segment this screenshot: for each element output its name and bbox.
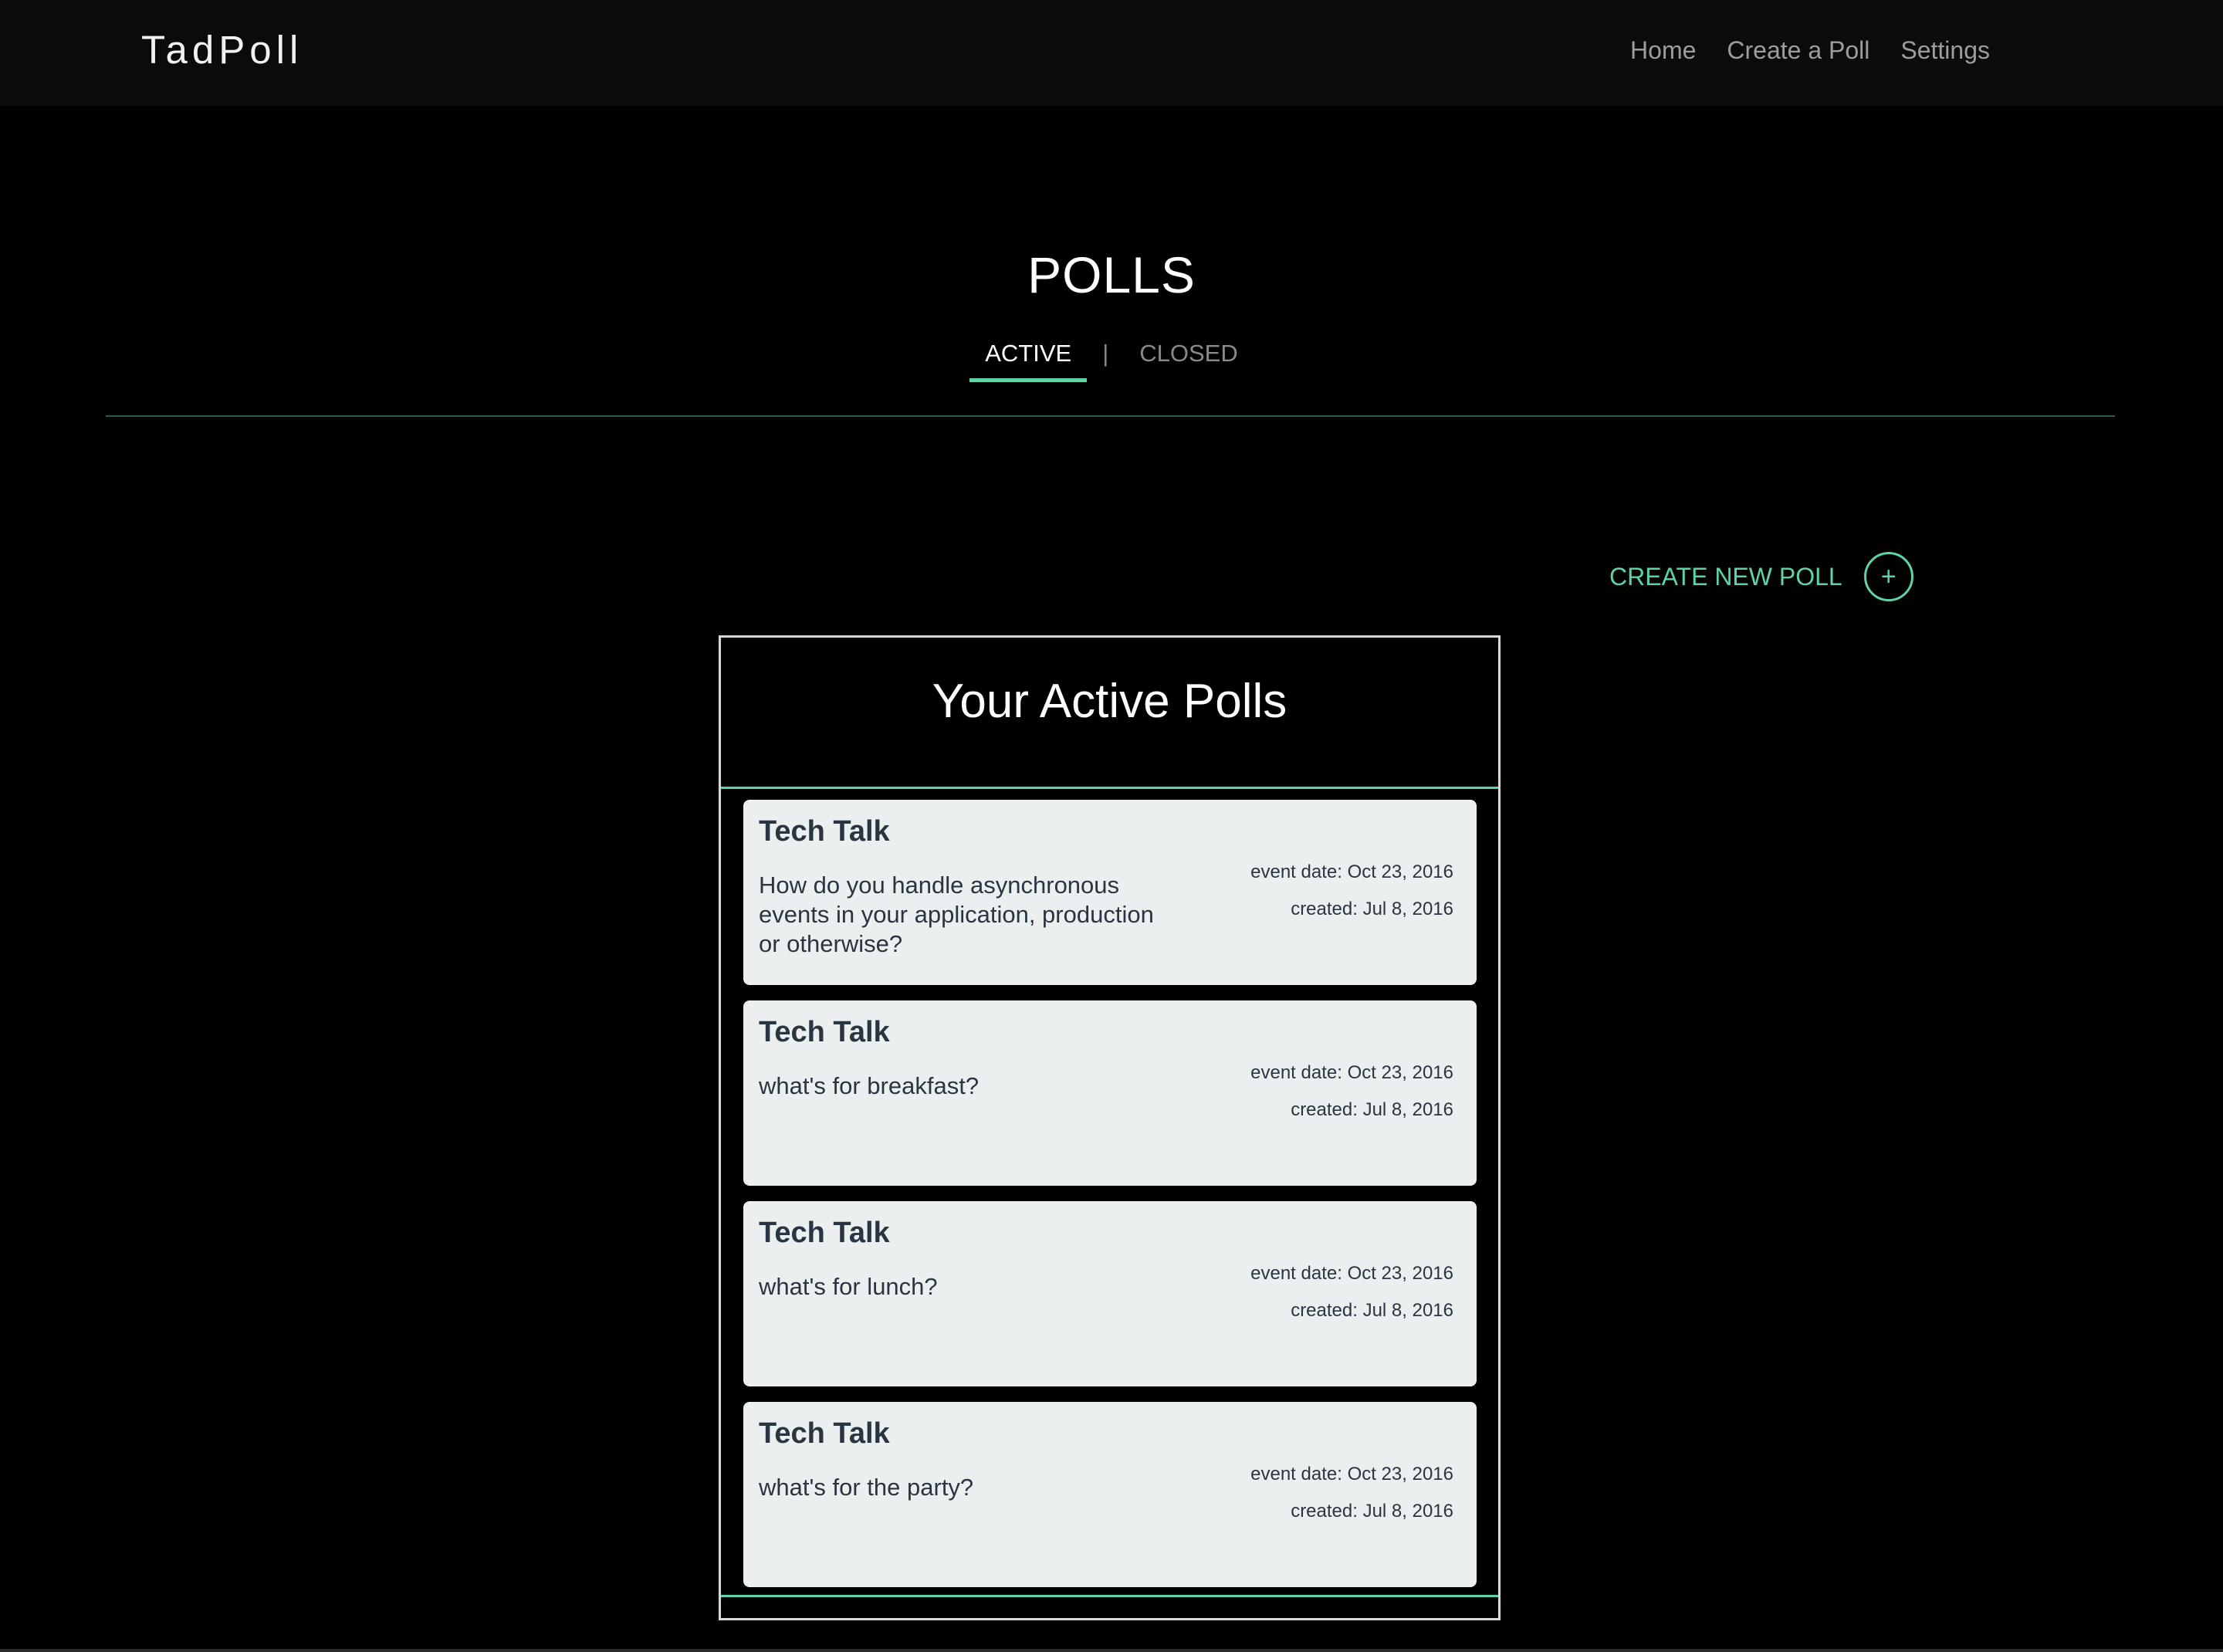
- poll-event-date: event date: Oct 23, 2016: [1250, 862, 1453, 882]
- poll-name: Tech Talk: [759, 1016, 890, 1048]
- panel-bottom-rule: [721, 1595, 1498, 1597]
- poll-name: Tech Talk: [759, 1217, 890, 1249]
- page-bottom-edge: [0, 1649, 2223, 1652]
- poll-card[interactable]: Tech Talk what's for breakfast? event da…: [743, 1000, 1477, 1186]
- poll-question: what's for breakfast?: [759, 1072, 980, 1099]
- poll-name: Tech Talk: [759, 1417, 890, 1450]
- poll-question: How do you handle asynchronous events in…: [759, 872, 1154, 957]
- poll-meta: event date: Oct 23, 2016 created: Jul 8,…: [1250, 1055, 1453, 1129]
- poll-created-date: created: Jul 8, 2016: [1291, 899, 1453, 919]
- tab-active[interactable]: ACTIVE: [969, 340, 1088, 382]
- brand-logo[interactable]: TadPoll: [141, 0, 303, 100]
- poll-question: what's for the party?: [759, 1474, 974, 1501]
- top-navbar: TadPoll Home Create a Poll Settings: [0, 0, 2223, 106]
- poll-meta: event date: Oct 23, 2016 created: Jul 8,…: [1250, 1255, 1453, 1329]
- create-new-poll-label[interactable]: CREATE NEW POLL: [1609, 563, 1842, 591]
- poll-name: Tech Talk: [759, 815, 890, 848]
- tab-closed[interactable]: CLOSED: [1124, 340, 1253, 378]
- poll-event-date: event date: Oct 23, 2016: [1250, 1464, 1453, 1484]
- poll-list: Tech Talk How do you handle asynchronous…: [743, 800, 1477, 1603]
- active-polls-panel: Your Active Polls Tech Talk How do you h…: [719, 635, 1501, 1620]
- poll-created-date: created: Jul 8, 2016: [1291, 1501, 1453, 1522]
- poll-card[interactable]: Tech Talk what's for lunch? event date: …: [743, 1201, 1477, 1386]
- create-new-poll-button[interactable]: CREATE NEW POLL +: [1609, 552, 1913, 601]
- nav-link-settings[interactable]: Settings: [1900, 36, 1990, 65]
- poll-created-date: created: Jul 8, 2016: [1291, 1300, 1453, 1321]
- nav-links: Home Create a Poll Settings: [1630, 0, 1990, 100]
- poll-event-date: event date: Oct 23, 2016: [1250, 1263, 1453, 1284]
- poll-event-date: event date: Oct 23, 2016: [1250, 1062, 1453, 1083]
- panel-title: Your Active Polls: [721, 638, 1498, 789]
- tab-separator: |: [1102, 340, 1109, 367]
- plus-icon[interactable]: +: [1863, 552, 1913, 601]
- nav-link-create-poll[interactable]: Create a Poll: [1727, 36, 1869, 65]
- poll-card[interactable]: Tech Talk How do you handle asynchronous…: [743, 800, 1477, 985]
- header-divider: [106, 415, 2115, 417]
- poll-question: what's for lunch?: [759, 1273, 938, 1300]
- poll-meta: event date: Oct 23, 2016 created: Jul 8,…: [1250, 1456, 1453, 1530]
- poll-status-tabs: ACTIVE | CLOSED: [0, 340, 2223, 382]
- poll-created-date: created: Jul 8, 2016: [1291, 1099, 1453, 1120]
- poll-card[interactable]: Tech Talk what's for the party? event da…: [743, 1402, 1477, 1587]
- poll-meta: event date: Oct 23, 2016 created: Jul 8,…: [1250, 854, 1453, 928]
- page-title: POLLS: [1027, 246, 1196, 303]
- nav-link-home[interactable]: Home: [1630, 36, 1696, 65]
